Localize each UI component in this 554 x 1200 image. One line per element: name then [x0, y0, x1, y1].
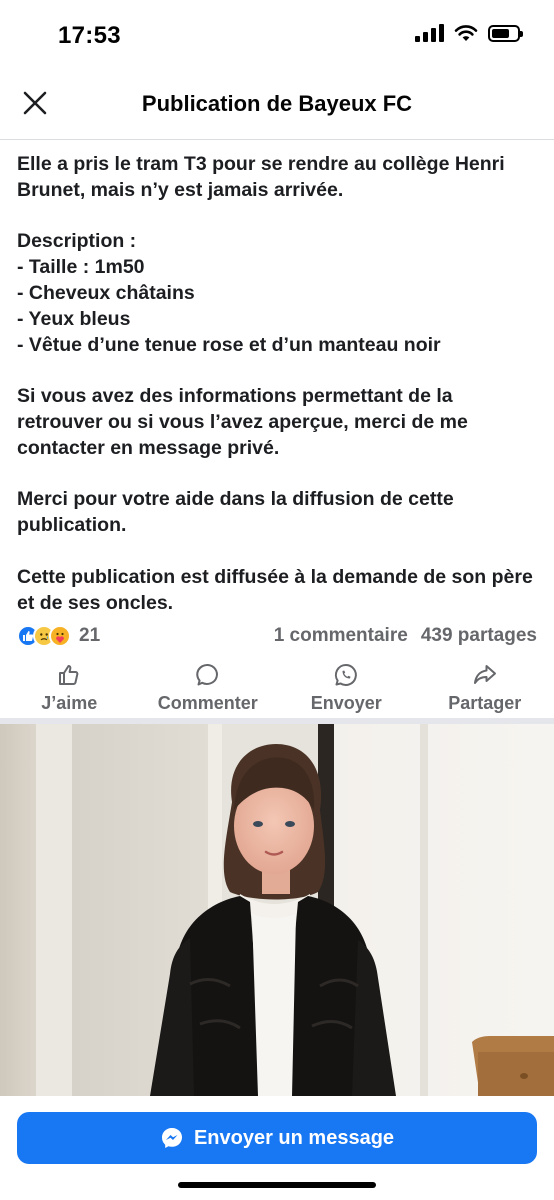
comment-count[interactable]: 1 commentaire [274, 625, 408, 647]
whatsapp-icon [335, 663, 358, 686]
post-text: Elle a pris le tram T3 pour se rendre au… [17, 153, 533, 614]
battery-icon [488, 24, 523, 42]
share-button[interactable]: Partager [416, 662, 554, 718]
status-time: 17:53 [58, 22, 121, 49]
post-header: Publication de Bayeux FC [0, 72, 554, 140]
reaction-icons[interactable] [17, 625, 71, 647]
thumbs-up-icon [59, 665, 79, 685]
action-bar: J’aime Commenter Envoyer Partager [0, 662, 554, 718]
care-icon [49, 625, 71, 647]
send-button[interactable]: Envoyer [277, 662, 416, 718]
comment-label: Commenter [157, 693, 258, 713]
home-indicator[interactable] [178, 1182, 376, 1188]
photo-image [0, 724, 554, 1096]
comment-button[interactable]: Commenter [139, 662, 278, 718]
like-label: J’aime [41, 693, 98, 713]
share-icon [473, 665, 496, 684]
status-icons [415, 24, 523, 42]
share-label: Partager [448, 693, 522, 713]
messenger-icon [161, 1128, 182, 1148]
reaction-count[interactable]: 21 [79, 625, 100, 647]
send-message-label: Envoyer un message [193, 1126, 395, 1149]
post-stats: 21 1 commentaire 439 partages [17, 622, 537, 650]
wifi-icon [454, 25, 478, 41]
share-count[interactable]: 439 partages [421, 625, 537, 647]
like-button[interactable]: J’aime [0, 662, 139, 718]
post-photo[interactable] [0, 724, 554, 1096]
send-label: Envoyer [310, 693, 382, 713]
stats-right: 1 commentaire 439 partages [274, 625, 537, 647]
send-message-button[interactable]: Envoyer un message [17, 1112, 537, 1164]
cellular-signal-icon [415, 24, 444, 42]
comment-icon [196, 663, 218, 686]
status-bar: 17:53 [0, 0, 554, 72]
page-title: Publication de Bayeux FC [141, 91, 413, 116]
